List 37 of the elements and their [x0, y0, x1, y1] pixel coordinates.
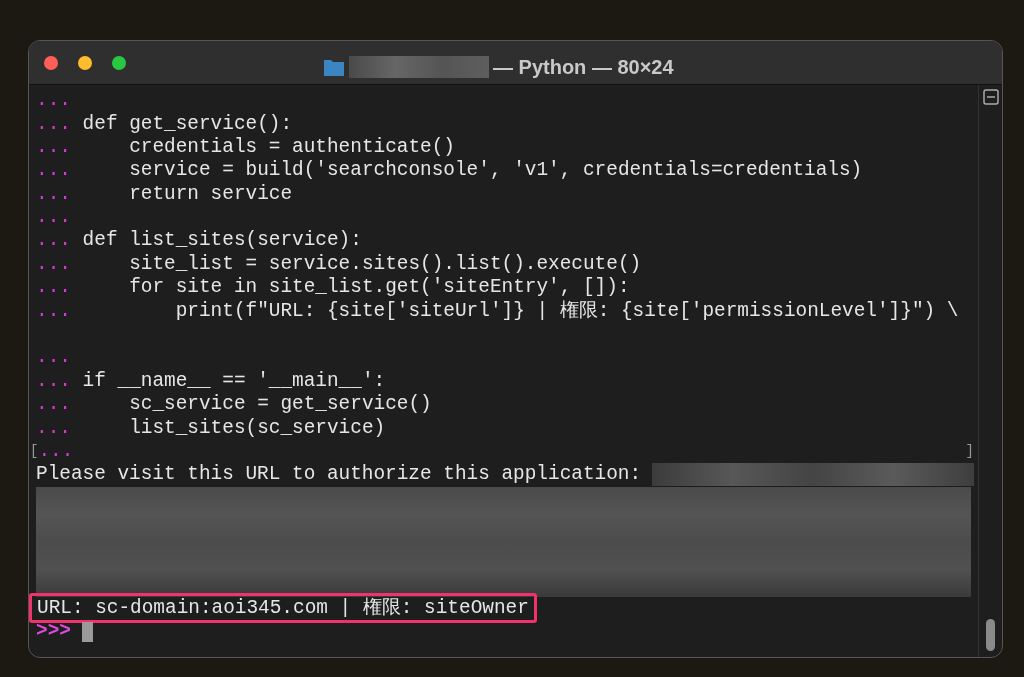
prompt-marker: ...: [36, 298, 71, 324]
prompt-marker: ...: [36, 275, 71, 301]
prompt-marker: ...: [36, 345, 71, 371]
close-button[interactable]: [44, 55, 58, 70]
code-line: return service: [128, 181, 293, 207]
bracket-mark: ]: [965, 442, 974, 462]
output-line: Please visit this URL to authorize this application:: [36, 462, 642, 488]
code-line: print(f"URL: {site['siteUrl']} | 権限: {site['permissionLevel']}") \: [174, 298, 959, 324]
code-line: list_sites(sc_service): [128, 415, 386, 441]
prompt-marker: ...: [36, 251, 71, 277]
code-line: def list_sites(service):: [82, 228, 362, 254]
prompt-marker: ...: [36, 158, 71, 184]
prompt-marker: ...: [36, 181, 71, 207]
code-line: credentials = authenticate(): [128, 134, 455, 160]
maximize-button[interactable]: [112, 55, 126, 70]
prompt-marker: ...: [36, 228, 71, 254]
code-line: service = build('searchconsole', 'v1', credentials=credentials): [128, 158, 863, 184]
prompt-marker: ...: [36, 88, 71, 114]
scrollbar-thumb[interactable]: [986, 619, 995, 651]
minimize-button[interactable]: [78, 55, 92, 70]
bracket-mark: [: [30, 442, 39, 462]
folder-icon: [323, 57, 345, 77]
code-line: for site in site_list.get('siteEntry', []):: [128, 275, 630, 300]
prompt-marker: ...: [36, 205, 71, 231]
code-line: def get_service():: [82, 111, 293, 137]
code-line: site_list = service.sites().list().execute(): [128, 251, 642, 277]
prompt-marker: ...: [36, 111, 71, 137]
prompt-marker: ...: [36, 134, 71, 160]
code-line: if __name__ == '__main__':: [82, 368, 386, 394]
text-cursor: [81, 621, 93, 642]
prompt-marker: ...: [36, 368, 71, 394]
prompt-marker: ...: [36, 415, 71, 441]
code-line: sc_service = get_service(): [128, 392, 432, 418]
prompt-marker: ...: [38, 439, 74, 464]
prompt-marker: ...: [36, 392, 71, 418]
window-title: — Python — 80×24: [493, 55, 674, 80]
split-pane-icon[interactable]: [982, 89, 999, 105]
